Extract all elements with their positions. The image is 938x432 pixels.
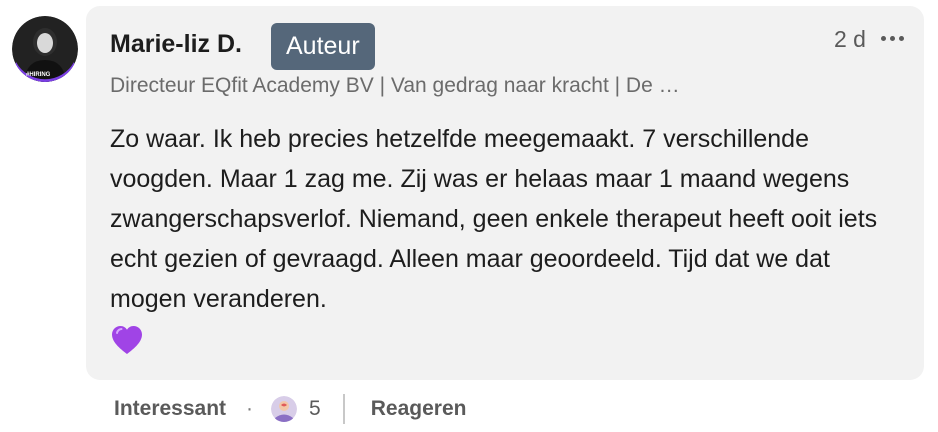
- purple-heart-icon: [110, 323, 144, 357]
- ellipsis-icon-dot: [889, 35, 895, 41]
- author-badge: Auteur: [271, 23, 375, 70]
- ellipsis-icon-dot: [898, 35, 904, 41]
- ellipsis-icon: [880, 35, 886, 41]
- more-options-button[interactable]: [874, 26, 910, 50]
- comment-body: Zo waar. Ik heb precies hetzelfde meegem…: [110, 119, 900, 357]
- author-avatar[interactable]: #HIRING: [12, 16, 78, 82]
- insightful-reaction-icon[interactable]: [271, 396, 298, 422]
- reply-button[interactable]: Reageren: [371, 397, 467, 421]
- author-headline: Directeur EQfit Academy BV | Van gedrag …: [110, 74, 680, 97]
- actions-divider: [342, 394, 345, 424]
- comment-timestamp: 2 d: [834, 26, 866, 52]
- insightful-button[interactable]: Interessant: [114, 397, 226, 421]
- separator-dot: ·: [246, 397, 254, 420]
- avatar-ring-text: #HIRING: [26, 72, 51, 78]
- comment-actions: Interessant · 5 Reageren: [114, 392, 466, 426]
- comment-text: Zo waar. Ik heb precies hetzelfde meegem…: [110, 125, 878, 313]
- reaction-count[interactable]: 5: [309, 397, 321, 421]
- author-name[interactable]: Marie-liz D.: [110, 30, 242, 59]
- comment-bubble: Marie-liz D. Auteur 2 d Directeur EQfit …: [86, 6, 924, 380]
